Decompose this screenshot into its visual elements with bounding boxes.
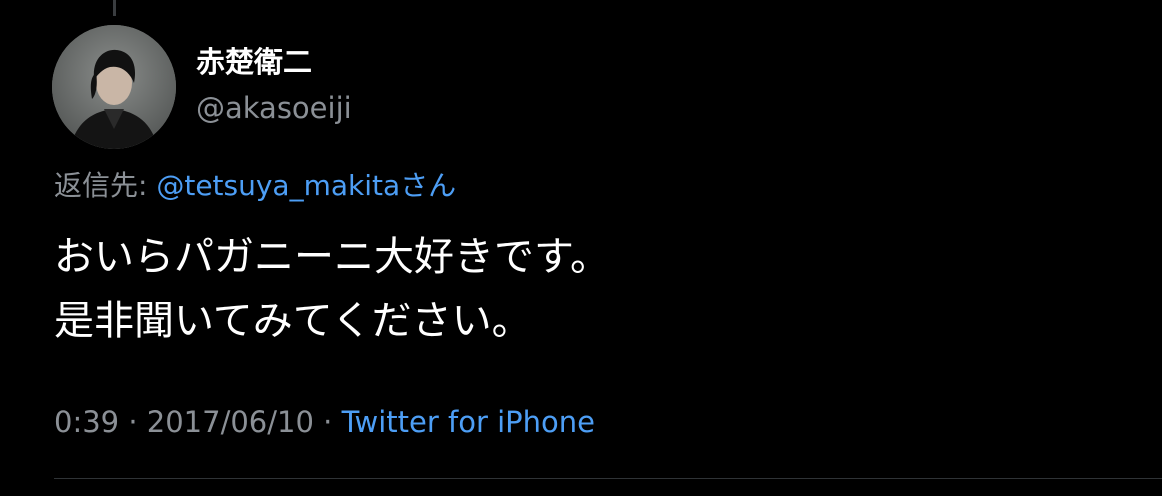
meta-separator: · xyxy=(119,405,147,439)
author-display-name[interactable]: 赤楚衛二 xyxy=(196,48,312,77)
tweet-source-link[interactable]: Twitter for iPhone xyxy=(342,405,595,439)
meta-separator: · xyxy=(313,405,342,439)
avatar[interactable] xyxy=(52,25,176,149)
user-avatar-photo-icon xyxy=(52,25,176,149)
tweet-date: 2017/06/10 xyxy=(146,405,314,439)
tweet-time: 0:39 xyxy=(54,405,120,439)
author-handle[interactable]: @akasoeiji xyxy=(196,94,352,123)
reply-to-honorific[interactable]: さん xyxy=(400,169,456,202)
tweet-metadata: 0:39 · 2017/06/10 · Twitter for iPhone xyxy=(54,408,595,437)
tweet-text-line: 是非聞いてみてください。 xyxy=(54,298,532,344)
divider xyxy=(54,478,1162,479)
reply-to-label: 返信先: xyxy=(54,169,157,202)
reply-to-mention-link[interactable]: @tetsuya_makita xyxy=(156,169,400,202)
tweet-text-line: おいらパガニーニ大好きです。 xyxy=(54,234,610,280)
thread-connector-line xyxy=(113,0,116,16)
tweet-text: おいらパガニーニ大好きです。 是非聞いてみてください。 xyxy=(54,225,1114,353)
reply-to-line: 返信先: @tetsuya_makitaさん xyxy=(54,172,456,200)
